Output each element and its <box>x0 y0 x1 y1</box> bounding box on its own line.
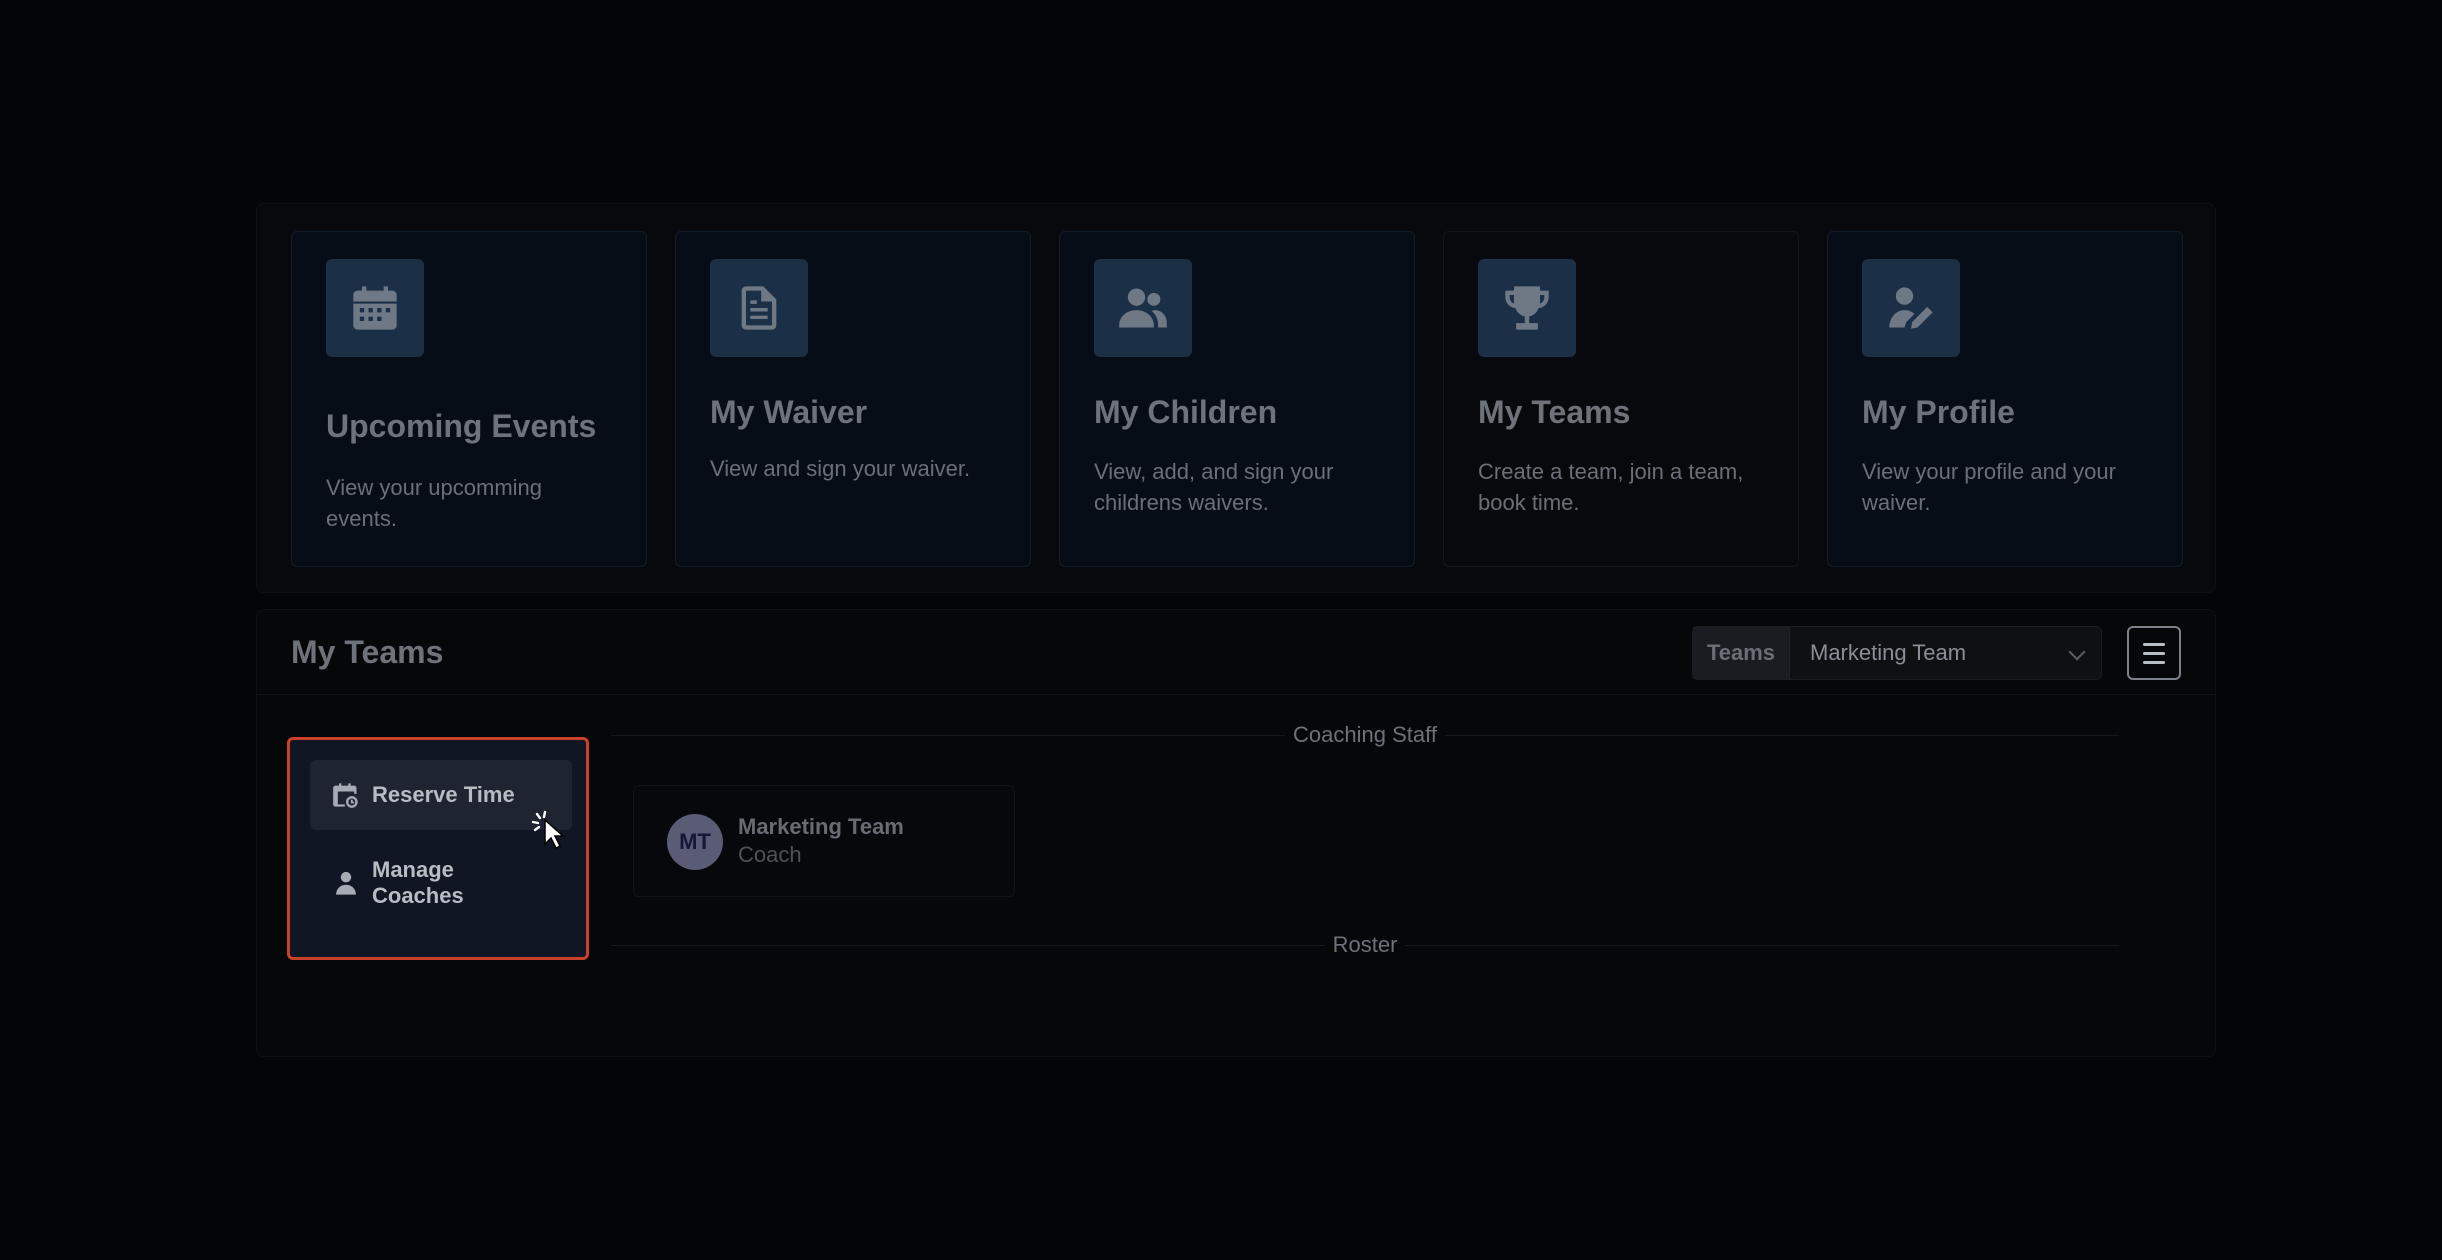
trophy-icon <box>1478 259 1576 357</box>
panel-title: My Teams <box>291 634 444 670</box>
person-icon <box>336 871 356 895</box>
card-title: My Teams <box>1478 394 1631 430</box>
card-title: My Waiver <box>710 394 868 430</box>
calendar-clock-icon <box>333 783 358 808</box>
calendar-icon <box>326 259 424 357</box>
teams-select-value: Marketing Team <box>1810 640 1967 665</box>
mouse-cursor-icon <box>531 810 565 850</box>
users-icon <box>1094 259 1192 357</box>
card-my-waiver[interactable]: My Waiver View and sign your waiver. <box>675 231 1031 567</box>
card-description: View, add, and sign your childrens waive… <box>1094 459 1334 515</box>
coaching-staff-divider: Coaching Staff <box>611 720 2120 750</box>
user-edit-icon <box>1862 259 1960 357</box>
roster-label: Roster <box>1332 932 1398 957</box>
card-title: My Children <box>1094 394 1278 430</box>
document-icon <box>710 259 808 357</box>
menu-toggle-button[interactable] <box>2127 626 2181 680</box>
teams-select-dropdown[interactable]: Marketing Team <box>1790 627 2101 679</box>
teams-select-label: Teams <box>1693 627 1790 679</box>
card-title: Upcoming Events <box>326 408 597 444</box>
card-my-profile[interactable]: My Profile View your profile and your wa… <box>1827 231 2183 567</box>
card-title: My Profile <box>1862 394 2015 430</box>
teams-header: My Teams Teams Marketing Team <box>257 610 2215 695</box>
manage-coaches-menu-item[interactable]: Manage Coaches <box>310 838 572 928</box>
menu-item-label: Reserve Time <box>372 782 515 807</box>
hamburger-icon <box>2143 642 2165 646</box>
menu-item-label: Manage Coaches <box>372 857 464 908</box>
coach-role: Coach <box>738 842 802 867</box>
card-upcoming-events[interactable]: Upcoming Events View your upcomming even… <box>291 231 647 567</box>
card-my-teams[interactable]: My Teams Create a team, join a team, boo… <box>1443 231 1799 567</box>
coach-card[interactable]: MT Marketing Team Coach <box>633 785 1015 897</box>
card-description: View your profile and your waiver. <box>1862 459 2116 515</box>
coaching-staff-label: Coaching Staff <box>1293 722 1437 747</box>
card-my-children[interactable]: My Children View, add, and sign your chi… <box>1059 231 1415 567</box>
roster-divider: Roster <box>611 930 2120 960</box>
avatar: MT <box>667 814 723 870</box>
teams-select[interactable]: Teams Marketing Team <box>1692 626 2102 680</box>
card-description: View your upcomming events. <box>326 475 543 531</box>
dashboard-cards-panel: Upcoming Events View your upcomming even… <box>256 203 2216 593</box>
card-description: Create a team, join a team, book time. <box>1478 459 1744 515</box>
coach-name: Marketing Team <box>738 814 904 839</box>
card-description: View and sign your waiver. <box>710 456 971 481</box>
chevron-down-icon <box>2068 643 2086 661</box>
